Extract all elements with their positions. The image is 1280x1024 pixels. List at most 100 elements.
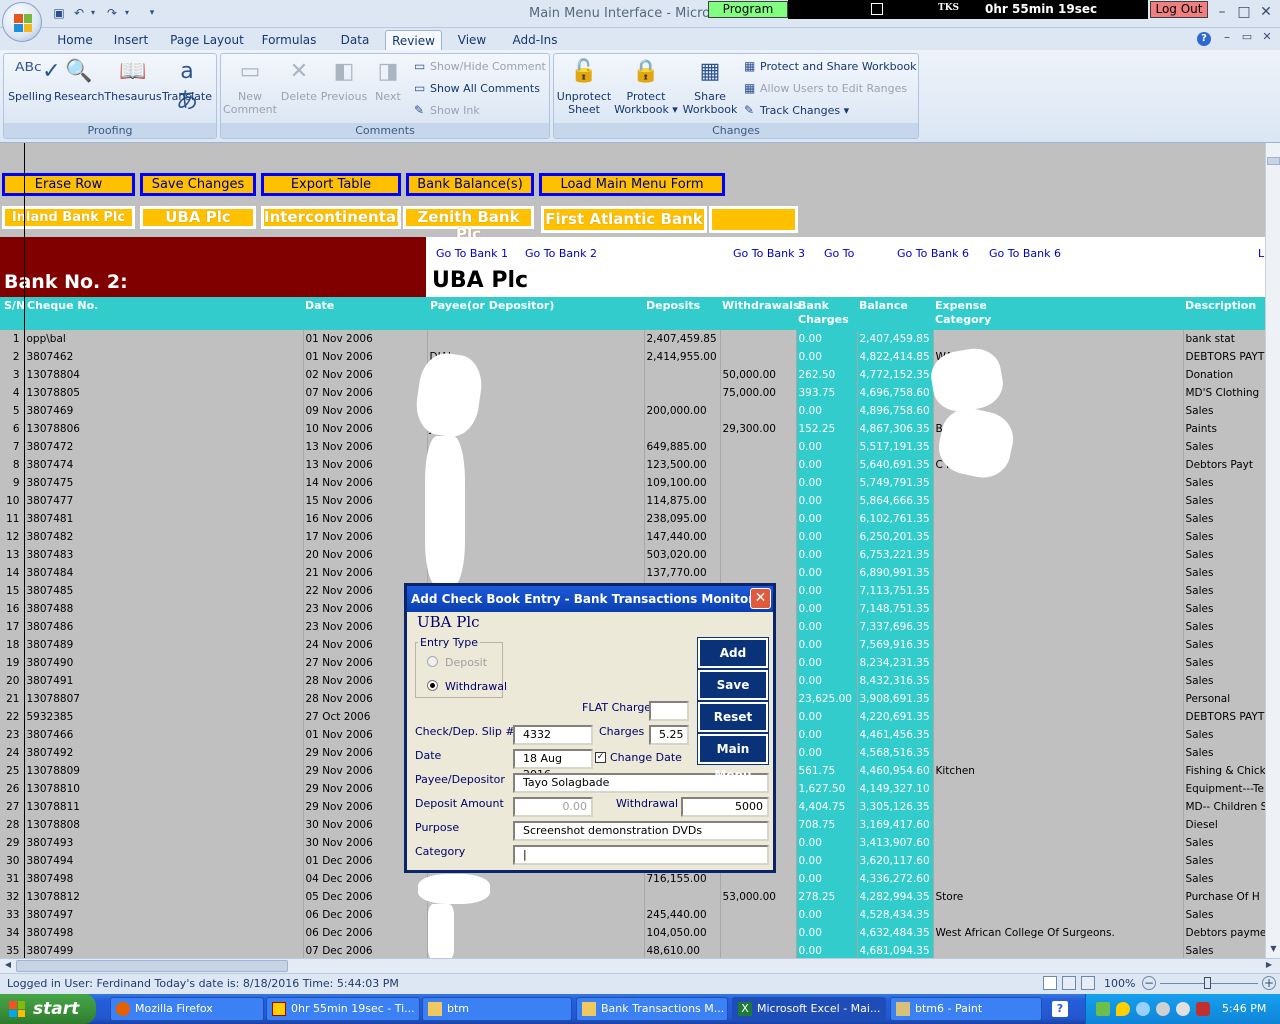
tab-home[interactable]: Home <box>52 30 98 50</box>
bank-intercontinental-button[interactable]: Intercontinental <box>261 206 401 229</box>
table-cell[interactable]: 3,908,691.35 <box>857 690 934 708</box>
table-row[interactable]: 8 3807474 13 Nov 2006 123,500.00 0.00 5,640,6… <box>0 456 1277 474</box>
table-cell[interactable]: 15 Nov 2006 <box>303 492 428 510</box>
antivirus-tray-icon[interactable] <box>1196 1002 1210 1016</box>
table-cell[interactable]: Debtors Payt <box>1183 456 1277 474</box>
table-cell[interactable]: 3807472 <box>24 438 304 456</box>
dialog-close-icon[interactable]: ✕ <box>750 588 771 609</box>
tab-view[interactable]: View <box>452 30 492 50</box>
table-cell[interactable]: 14 <box>0 564 25 582</box>
office-button[interactable] <box>2 2 42 42</box>
table-cell[interactable]: 23 <box>0 726 25 744</box>
deposit-amount-input[interactable]: 0.00 <box>513 797 593 817</box>
table-cell[interactable] <box>933 690 1184 708</box>
research-button[interactable]: 🔍 Research <box>54 57 104 103</box>
table-cell[interactable] <box>720 438 797 456</box>
table-cell[interactable]: 3807482 <box>24 528 304 546</box>
table-cell[interactable]: 18 <box>0 636 25 654</box>
allow-users-button[interactable]: ▦ Allow Users to Edit Ranges <box>744 81 907 95</box>
table-cell[interactable]: 4,404.75 <box>796 798 858 816</box>
table-cell[interactable]: 5,749,791.35 <box>857 474 934 492</box>
hscroll-thumb[interactable] <box>16 960 288 972</box>
table-cell[interactable] <box>720 906 797 924</box>
table-cell[interactable]: 0.00 <box>796 924 858 942</box>
table-cell[interactable] <box>933 330 1184 348</box>
table-cell[interactable]: 13078810 <box>24 780 304 798</box>
table-cell[interactable]: 10 <box>0 492 25 510</box>
table-cell[interactable]: Fishing & Chicke <box>1183 762 1277 780</box>
table-cell[interactable]: Sales <box>1183 726 1277 744</box>
table-row[interactable]: 61307880610 Nov 2006Jub29,300.00152.254,… <box>0 420 1277 438</box>
normal-view-icon[interactable] <box>1043 976 1057 990</box>
start-button[interactable]: start <box>0 994 96 1024</box>
timer-checkbox[interactable] <box>871 3 883 15</box>
check-slip-input[interactable]: 4332 <box>513 725 593 745</box>
bank-6-button[interactable] <box>709 206 798 233</box>
table-cell[interactable]: 13078805 <box>24 384 304 402</box>
table-cell[interactable]: Sales <box>1183 654 1277 672</box>
table-cell[interactable]: 13 Nov 2006 <box>303 456 428 474</box>
table-cell[interactable]: 20 <box>0 672 25 690</box>
category-input[interactable]: | <box>513 845 769 865</box>
table-cell[interactable] <box>933 528 1184 546</box>
table-cell[interactable]: 13 Nov 2006 <box>303 438 428 456</box>
table-cell[interactable]: 0.00 <box>796 402 858 420</box>
table-cell[interactable]: Purchase Of H <box>1183 888 1277 906</box>
tab-formulas[interactable]: Formulas <box>258 30 320 50</box>
table-cell[interactable] <box>933 870 1184 888</box>
table-cell[interactable] <box>720 402 797 420</box>
charges-input[interactable]: 5.25 <box>649 725 689 745</box>
table-cell[interactable]: 3807488 <box>24 600 304 618</box>
table-cell[interactable] <box>720 330 797 348</box>
load-main-menu-button[interactable]: Load Main Menu Form <box>539 173 725 196</box>
table-cell[interactable] <box>933 564 1184 582</box>
table-cell[interactable]: DEBTORS PAYT <box>1183 348 1277 366</box>
table-row[interactable]: 3 13078804 02 Nov 2006 50,000.00 262.50 4,772… <box>0 366 1277 384</box>
table-cell[interactable]: 1 <box>0 330 25 348</box>
next-comment-button[interactable]: ◨ Next <box>368 57 408 103</box>
table-cell[interactable]: 3807491 <box>24 672 304 690</box>
tab-data[interactable]: Data <box>332 30 378 50</box>
table-cell[interactable]: 29 <box>0 834 25 852</box>
tab-add-ins[interactable]: Add-Ins <box>506 30 564 50</box>
table-cell[interactable]: 28 <box>0 816 25 834</box>
table-cell[interactable]: Sales <box>1183 618 1277 636</box>
spelling-button[interactable]: ᴬᴮᶜ✓ Spelling <box>6 57 61 103</box>
table-cell[interactable] <box>933 780 1184 798</box>
taskbar-excel[interactable]: X Microsoft Excel - Mai... <box>732 997 886 1021</box>
share-workbook-button[interactable]: ▦ Share Workbook <box>680 57 740 116</box>
deposit-radio[interactable] <box>427 656 438 667</box>
table-cell[interactable]: 3807466 <box>24 726 304 744</box>
table-cell[interactable]: 137,770.00 <box>644 564 721 582</box>
table-cell[interactable]: 3807494 <box>24 852 304 870</box>
shield-tray-icon[interactable] <box>1116 1002 1130 1016</box>
table-cell[interactable] <box>720 546 797 564</box>
ribbon-minimize-icon[interactable]: – <box>1216 30 1238 48</box>
zoom-out-icon[interactable]: − <box>1142 976 1156 990</box>
network-tray-icon[interactable] <box>1096 1002 1110 1016</box>
table-cell[interactable]: Sales <box>1183 744 1277 762</box>
table-cell[interactable]: 4,867,306.35 <box>857 420 934 438</box>
table-cell[interactable]: 5,517,191.35 <box>857 438 934 456</box>
table-cell[interactable] <box>427 924 645 942</box>
goto-bank-2-link[interactable]: Go To Bank 2 <box>525 247 597 260</box>
table-cell[interactable]: 8 <box>0 456 25 474</box>
add-entry-button[interactable]: Add Entry <box>697 637 769 686</box>
redo-dropdown-icon[interactable]: ▾ <box>120 6 134 20</box>
table-cell[interactable]: 4,696,758.60 <box>857 384 934 402</box>
table-cell[interactable]: 2,414,955.00 <box>644 348 721 366</box>
table-cell[interactable]: 5,640,691.35 <box>857 456 934 474</box>
table-cell[interactable]: Sales <box>1183 474 1277 492</box>
table-cell[interactable] <box>933 798 1184 816</box>
table-cell[interactable]: 3,305,126.35 <box>857 798 934 816</box>
table-cell[interactable]: 3,169,417.60 <box>857 816 934 834</box>
table-cell[interactable]: Sales <box>1183 672 1277 690</box>
goto-bank-1-link[interactable]: Go To Bank 1 <box>436 247 508 260</box>
close-icon[interactable]: ✕ <box>1255 4 1277 22</box>
taskbar-bank-transactions[interactable]: Bank Transactions M... <box>576 997 728 1021</box>
table-cell[interactable]: 200,000.00 <box>644 402 721 420</box>
show-ink-button[interactable]: ✎ Show Ink <box>414 103 480 117</box>
withdrawal-radio[interactable] <box>427 680 438 691</box>
workbook-close-icon[interactable]: ✕ <box>1256 30 1278 48</box>
table-cell[interactable]: 8,234,231.35 <box>857 654 934 672</box>
